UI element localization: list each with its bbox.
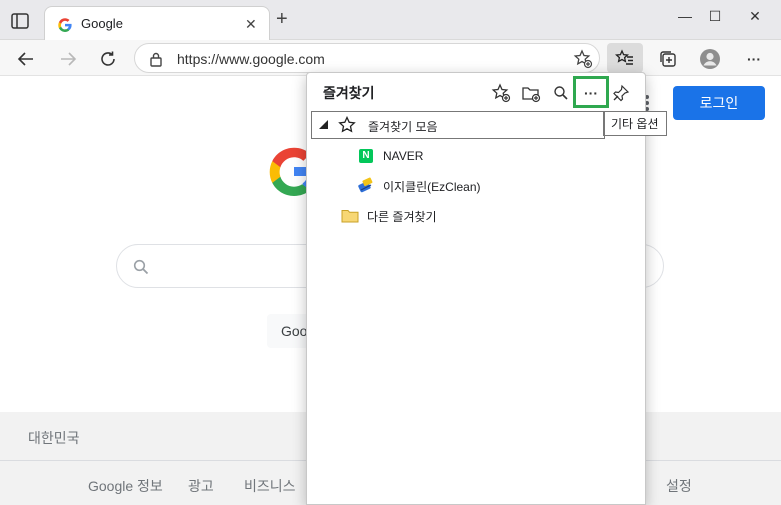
url-text[interactable]: https://www.google.com [177,51,325,67]
favorites-bar-folder[interactable]: 즐겨찾기 모음 [311,111,605,139]
other-favorites-folder[interactable]: 다른 즐겨찾기 [307,204,645,230]
browser-toolbar: https://www.google.com ··· [0,40,781,76]
favorites-bar-label: 즐겨찾기 모음 [368,120,438,134]
search-icon [133,259,149,275]
tab-google[interactable]: Google ✕ [44,6,270,40]
minimize-button[interactable]: — [670,8,700,26]
add-page-to-favorites-icon[interactable] [489,81,513,105]
maximize-button[interactable]: ☐ [700,8,730,26]
footer-link-settings[interactable]: 설정 [666,476,692,496]
other-favorites-label: 다른 즐겨찾기 [367,210,437,224]
forward-arrow-icon[interactable] [56,47,80,71]
footer-country: 대한민국 [28,430,80,446]
window-close-button[interactable]: ✕ [740,8,770,26]
add-folder-icon[interactable] [519,81,543,105]
folder-icon [341,208,359,224]
settings-more-button[interactable]: ··· [742,47,766,71]
favorite-item-ezclean[interactable]: 이지클린(EzClean) [307,174,645,200]
star-icon [338,116,356,134]
back-arrow-icon[interactable] [14,47,38,71]
pin-icon[interactable] [609,81,633,105]
tab-title: Google [81,16,123,31]
tab-strip: Google ✕ + — ☐ ✕ [0,0,781,40]
footer-link-business[interactable]: 비즈니스 [244,476,296,496]
search-favorites-icon[interactable] [549,81,573,105]
more-options-tooltip: 기타 옵션 [603,111,667,136]
favorite-item-naver[interactable]: N NAVER [307,145,645,171]
profile-avatar-icon[interactable] [698,47,722,71]
favorites-list-icon [615,48,635,68]
refresh-icon[interactable] [96,47,120,71]
new-tab-button[interactable]: + [276,9,288,29]
collections-icon[interactable] [656,47,680,71]
tab-actions-icon[interactable] [8,9,36,33]
login-button[interactable]: 로그인 [673,86,765,120]
favorites-toolbar-button[interactable] [607,43,643,73]
favorites-panel: 즐겨찾기 ··· 기타 옵션 즐겨찾기 모음 N NAVER 이지클린(EzCl… [306,72,667,505]
collapse-triangle-icon[interactable] [319,120,328,129]
favorite-item-label: NAVER [383,149,424,163]
ezclean-icon [357,176,375,194]
favorites-panel-title: 즐겨찾기 [323,85,375,101]
tab-close-icon[interactable]: ✕ [245,16,257,33]
add-favorite-star-icon[interactable] [573,49,593,69]
naver-icon: N [359,149,373,163]
favorite-item-label: 이지클린(EzClean) [383,180,481,194]
more-options-highlight [573,76,609,108]
google-favicon-icon [57,17,73,33]
footer-link-ads[interactable]: 광고 [188,476,214,496]
footer-link-about[interactable]: Google 정보 [88,476,163,496]
lock-icon[interactable] [149,51,163,67]
address-bar[interactable]: https://www.google.com [134,43,600,73]
